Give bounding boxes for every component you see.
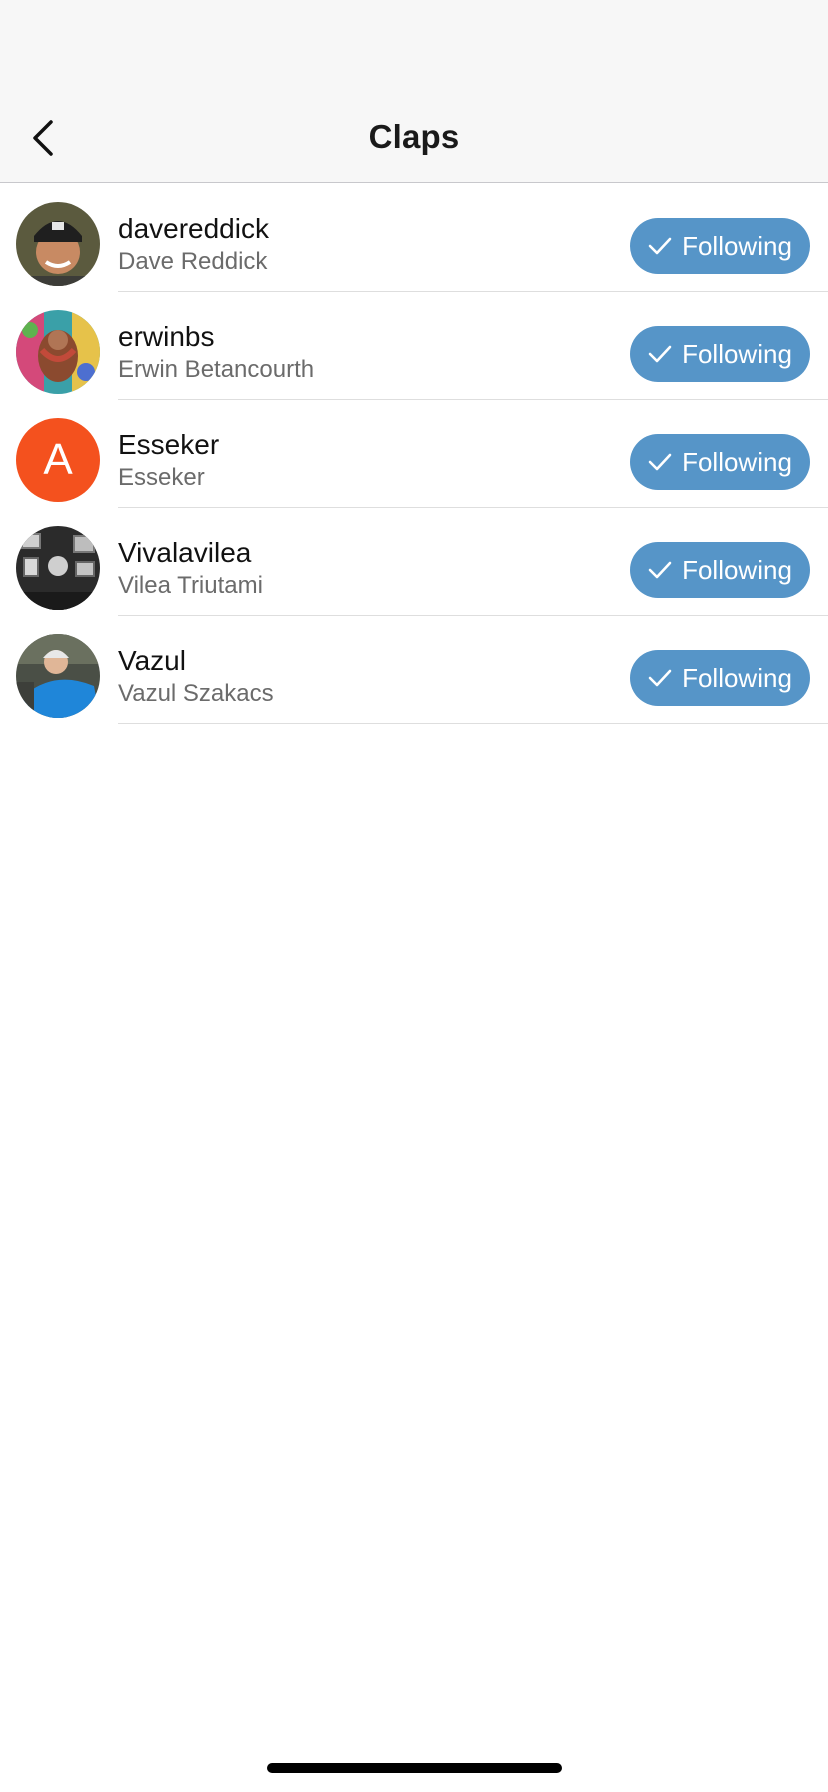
checkmark-icon bbox=[648, 452, 672, 472]
avatar[interactable] bbox=[16, 202, 100, 286]
username: Vivalavilea bbox=[118, 537, 252, 568]
full-name: Esseker bbox=[118, 464, 205, 491]
following-button[interactable]: Following bbox=[630, 434, 810, 490]
checkmark-icon bbox=[648, 344, 672, 364]
following-button[interactable]: Following bbox=[630, 650, 810, 706]
following-label: Following bbox=[682, 230, 792, 261]
nav-header: Claps bbox=[0, 0, 828, 183]
avatar[interactable]: A bbox=[16, 418, 100, 502]
avatar[interactable] bbox=[16, 526, 100, 610]
list-item[interactable]: erwinbs Erwin Betancourth Following bbox=[0, 292, 828, 400]
page-title: Claps bbox=[368, 118, 460, 155]
checkmark-icon bbox=[648, 668, 672, 688]
user-list: davereddick Dave Reddick Following erwin… bbox=[0, 184, 828, 724]
list-item[interactable]: Vivalavilea Vilea Triutami Following bbox=[0, 508, 828, 616]
username: davereddick bbox=[118, 213, 269, 244]
checkmark-icon bbox=[648, 560, 672, 580]
username: Vazul bbox=[118, 645, 186, 676]
following-button[interactable]: Following bbox=[630, 326, 810, 382]
avatar[interactable] bbox=[16, 310, 100, 394]
following-button[interactable]: Following bbox=[630, 542, 810, 598]
avatar[interactable] bbox=[16, 634, 100, 718]
home-indicator[interactable] bbox=[267, 1763, 562, 1773]
full-name: Erwin Betancourth bbox=[118, 356, 315, 383]
username: erwinbs bbox=[118, 321, 215, 352]
following-label: Following bbox=[682, 554, 792, 585]
list-item[interactable]: Vazul Vazul Szakacs Following bbox=[0, 616, 828, 724]
checkmark-icon bbox=[648, 236, 672, 256]
following-label: Following bbox=[682, 338, 792, 369]
username: Esseker bbox=[118, 429, 220, 460]
full-name: Vilea Triutami bbox=[118, 572, 263, 599]
divider bbox=[118, 723, 828, 724]
list-item[interactable]: davereddick Dave Reddick Following bbox=[0, 184, 828, 292]
full-name: Dave Reddick bbox=[118, 248, 268, 275]
following-label: Following bbox=[682, 446, 792, 477]
avatar-letter: A bbox=[43, 435, 73, 484]
claps-screen: Claps davereddick Dave Reddick Following… bbox=[0, 0, 828, 1792]
list-item[interactable]: A Esseker Esseker Following bbox=[0, 400, 828, 508]
following-button[interactable]: Following bbox=[630, 218, 810, 274]
following-label: Following bbox=[682, 662, 792, 693]
full-name: Vazul Szakacs bbox=[118, 680, 274, 707]
